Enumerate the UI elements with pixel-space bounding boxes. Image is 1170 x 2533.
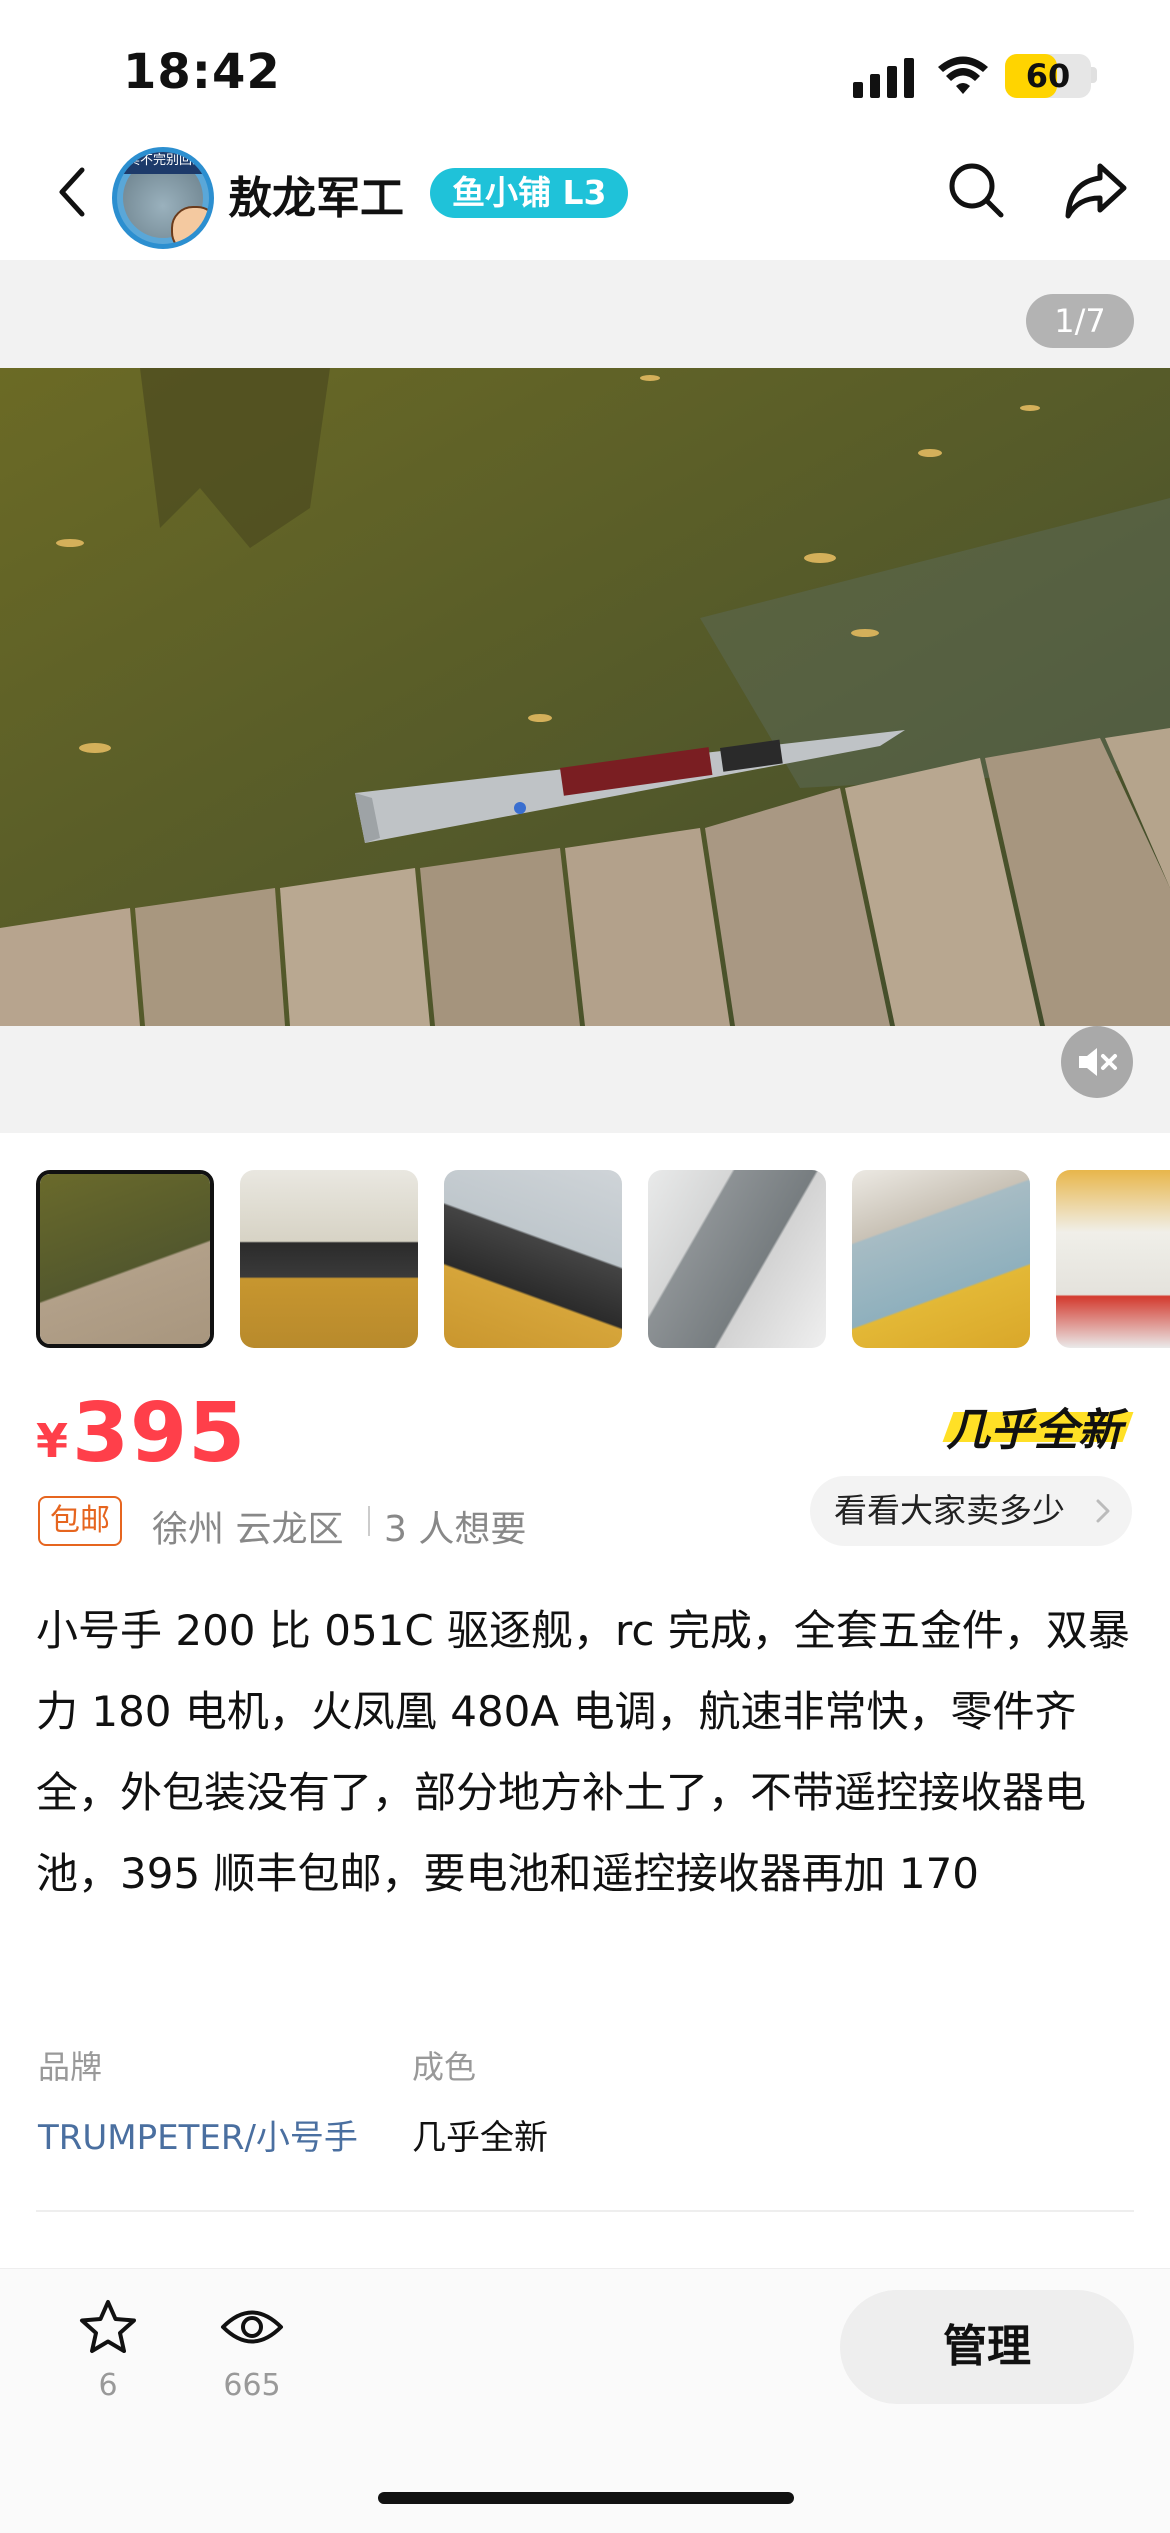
- star-favorite-icon[interactable]: [78, 2298, 138, 2358]
- thumbnail-1[interactable]: [36, 1170, 214, 1348]
- speaker-muted-icon: [1079, 1048, 1117, 1076]
- brand-value[interactable]: TRUMPETER/小号手: [38, 2110, 358, 2159]
- boat-on-pond-image: [0, 368, 1170, 1026]
- condition-prop-value: 几乎全新: [412, 2118, 548, 2158]
- price-currency: ¥: [36, 1414, 69, 1468]
- battery-percent: 60: [1025, 57, 1071, 95]
- avatar-badge: 卖不完别回家: [117, 152, 209, 174]
- thumbnail-image: [648, 1170, 826, 1348]
- thumbnail-image: [1056, 1170, 1170, 1348]
- share-icon[interactable]: [1064, 160, 1128, 220]
- price-value: 395: [72, 1386, 247, 1481]
- wifi-icon: [938, 56, 988, 94]
- eye-views-icon: [221, 2310, 283, 2344]
- thumbnail-4[interactable]: [648, 1170, 826, 1348]
- status-time: 18:42: [123, 44, 281, 100]
- main-photo[interactable]: [0, 368, 1170, 1026]
- manage-button[interactable]: 管理: [840, 2290, 1134, 2404]
- search-icon[interactable]: [946, 160, 1006, 220]
- chevron-right-icon: [1096, 1499, 1110, 1523]
- back-arrow-icon[interactable]: [50, 162, 100, 222]
- thumbnail-3[interactable]: [444, 1170, 622, 1348]
- mute-button[interactable]: [1061, 1026, 1133, 1098]
- thumbnail-image: [240, 1170, 418, 1348]
- thumbnail-5[interactable]: [852, 1170, 1030, 1348]
- condition-prop-label: 成色: [412, 2048, 477, 2086]
- favorite-count: 6: [98, 2368, 118, 2403]
- avatar-cartoon-face: [171, 206, 209, 244]
- price-compare-button[interactable]: 看看大家卖多少: [810, 1476, 1132, 1546]
- cellular-signal-icon: [853, 58, 914, 98]
- free-shipping-tag: 包邮: [38, 1496, 122, 1546]
- price-compare-label: 看看大家卖多少: [834, 1491, 1065, 1530]
- battery-indicator: 60: [1005, 54, 1091, 98]
- brand-label: 品牌: [38, 2048, 103, 2086]
- section-divider: [36, 2210, 1134, 2212]
- thumbnail-image: [444, 1170, 622, 1348]
- condition-label: 几乎全新: [946, 1405, 1122, 1456]
- item-description: 小号手 200 比 051C 驱逐舰，rc 完成，全套五金件，双暴力 180 电…: [36, 1606, 1130, 1898]
- gallery-counter: 1/7: [1026, 294, 1134, 348]
- view-count: 665: [223, 2368, 281, 2403]
- battery-cap: [1091, 67, 1097, 83]
- thumbnail-image: [852, 1170, 1030, 1348]
- want-count: 3 人想要: [384, 1509, 527, 1550]
- shop-level-badge[interactable]: 鱼小铺 L3: [430, 168, 629, 218]
- thumbnail-2[interactable]: [240, 1170, 418, 1348]
- shop-name[interactable]: 敖龙军工: [228, 162, 404, 226]
- thumbnail-6[interactable]: [1056, 1170, 1170, 1348]
- thumbnail-image: [40, 1174, 210, 1344]
- home-indicator[interactable]: [378, 2492, 794, 2504]
- divider: [368, 1506, 370, 1536]
- shop-avatar[interactable]: 卖不完别回家: [112, 147, 214, 249]
- location-text: 徐州 云龙区: [152, 1509, 344, 1550]
